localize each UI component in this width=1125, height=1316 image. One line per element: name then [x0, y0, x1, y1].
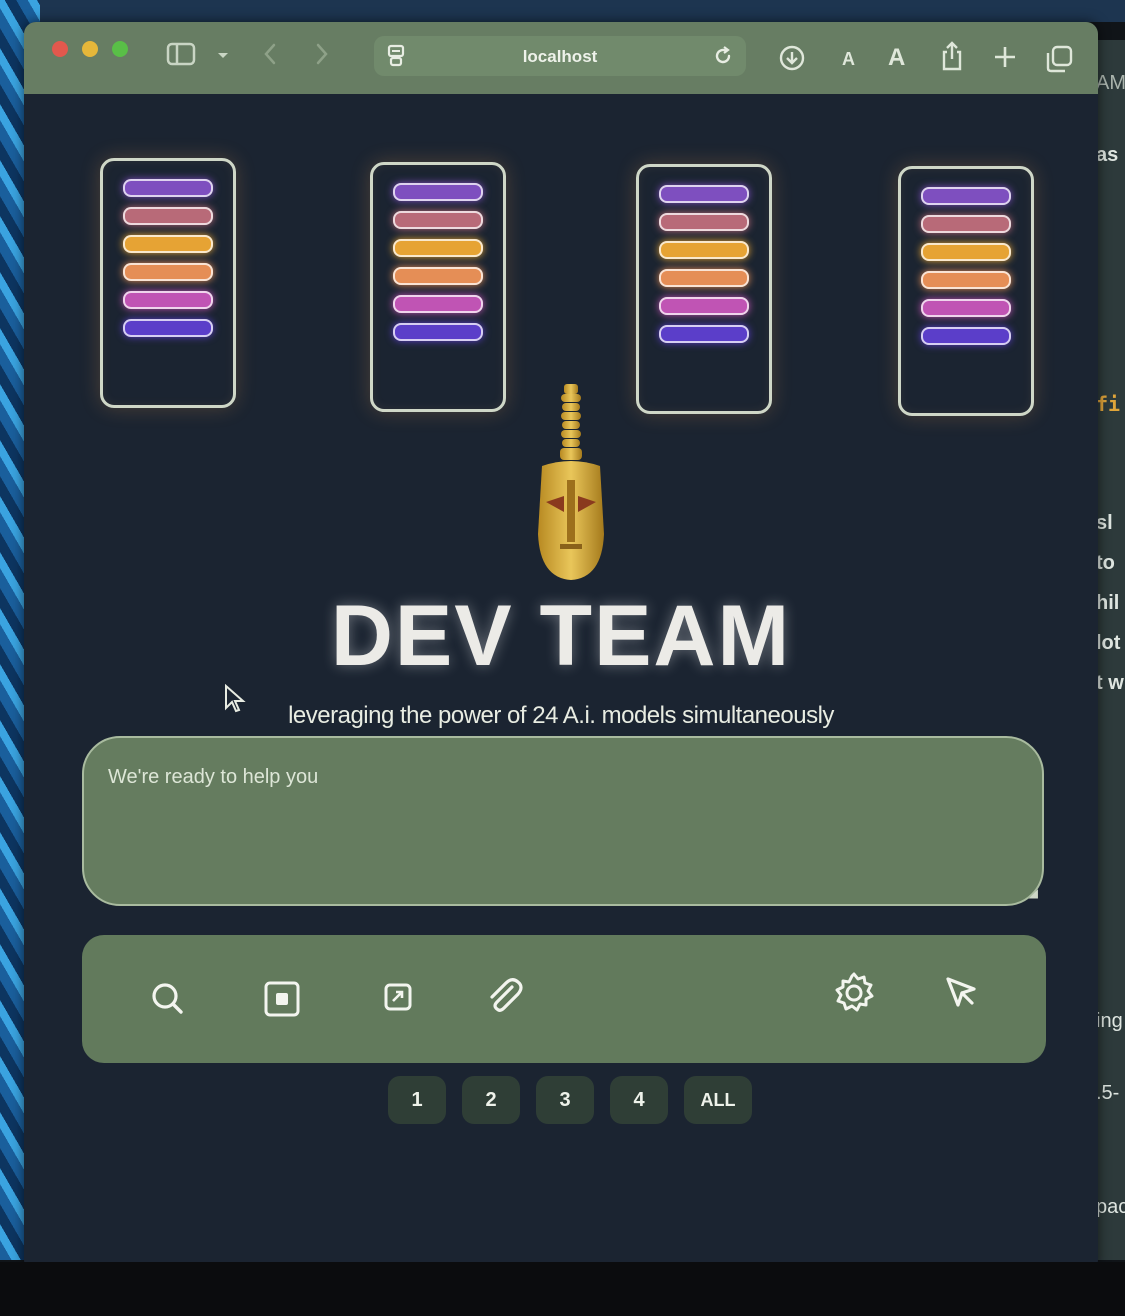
side-snippet: sl: [1096, 512, 1113, 534]
server-rack-4: [898, 166, 1034, 416]
side-snippet: as: [1096, 144, 1119, 166]
side-snippet: pac: [1096, 1196, 1125, 1218]
forward-arrow-icon[interactable]: [314, 42, 330, 70]
search-button[interactable]: [144, 975, 192, 1023]
server-rack-1: [100, 158, 236, 408]
text-smaller-icon[interactable]: A: [842, 50, 855, 68]
rack-light-bar: [393, 295, 483, 313]
screenshot-icon: [264, 981, 300, 1017]
screenshot-button[interactable]: [258, 975, 306, 1023]
monitor-bezel: [0, 1262, 1125, 1316]
address-text: localhost: [522, 47, 598, 66]
tabs-overview-icon[interactable]: [1044, 44, 1074, 78]
select-element-button[interactable]: [938, 969, 986, 1017]
rack-light-bar: [659, 185, 749, 203]
close-window-button[interactable]: [52, 41, 68, 57]
rack-light-bar: [123, 207, 213, 225]
side-snippet: .5-: [1096, 1082, 1120, 1104]
rack-light-bar: [659, 325, 749, 343]
prompt-placeholder: We're ready to help you: [108, 766, 319, 788]
rack-light-bar: [393, 211, 483, 229]
page-title: DEV TEAM: [330, 588, 792, 684]
share-icon[interactable]: [938, 40, 966, 76]
side-snippet: to: [1096, 552, 1115, 574]
cursor-select-icon: [946, 977, 976, 1007]
rack-light-bar: [659, 241, 749, 259]
rack-light-bar: [921, 243, 1011, 261]
settings-button[interactable]: [830, 969, 878, 1017]
chevron-down-icon[interactable]: [216, 44, 230, 66]
browser-window: localhost A A DEV TEAM leveraging the po…: [24, 22, 1098, 1272]
rack-light-bar: [921, 299, 1011, 317]
side-snippet: AM: [1096, 72, 1125, 94]
open-file-button[interactable]: [374, 973, 422, 1021]
side-snippet: ing: [1096, 1010, 1123, 1032]
browser-toolbar: localhost A A: [24, 22, 1098, 94]
rack-light-bar: [393, 183, 483, 201]
address-bar[interactable]: localhost: [374, 36, 746, 76]
server-rack-2: [370, 162, 506, 412]
page-button-4[interactable]: 4: [610, 1076, 668, 1124]
rack-light-bar: [393, 267, 483, 285]
page-button-2[interactable]: 2: [462, 1076, 520, 1124]
rack-light-bar: [921, 215, 1011, 233]
resize-handle-icon[interactable]: ◢: [1029, 886, 1038, 900]
statue-mascot-image: [538, 384, 604, 580]
rack-light-bar: [123, 179, 213, 197]
rack-light-bar: [393, 239, 483, 257]
desktop-menubar: [0, 0, 1125, 22]
rack-light-bar: [123, 291, 213, 309]
download-icon[interactable]: [778, 44, 806, 76]
rack-light-bar: [659, 297, 749, 315]
rack-light-bar: [659, 269, 749, 287]
search-icon: [152, 983, 183, 1014]
server-rack-3: [636, 164, 772, 414]
attach-button[interactable]: [480, 973, 528, 1021]
zoom-window-button[interactable]: [112, 41, 128, 57]
action-toolbar: [82, 935, 1046, 1063]
page-button-all[interactable]: ALL: [684, 1076, 752, 1124]
rack-light-bar: [123, 263, 213, 281]
side-snippet: t w: [1096, 672, 1124, 694]
rack-light-bar: [921, 187, 1011, 205]
gear-icon: [835, 972, 874, 1012]
back-arrow-icon[interactable]: [262, 42, 278, 70]
minimize-window-button[interactable]: [82, 41, 98, 57]
text-larger-icon[interactable]: A: [888, 46, 905, 70]
page-button-3[interactable]: 3: [536, 1076, 594, 1124]
paperclip-icon: [490, 978, 523, 1012]
side-snippet: fi: [1096, 392, 1121, 416]
sidebar-toggle-icon[interactable]: [166, 42, 196, 70]
reload-icon[interactable]: [712, 45, 734, 72]
rack-light-bar: [393, 323, 483, 341]
page-button-1[interactable]: 1: [388, 1076, 446, 1124]
rack-light-bar: [921, 327, 1011, 345]
side-snippet: lot: [1096, 632, 1121, 654]
rack-light-bar: [123, 319, 213, 337]
side-snippet: hil: [1096, 592, 1120, 614]
rack-light-bar: [921, 271, 1011, 289]
rack-light-bar: [659, 213, 749, 231]
rack-light-bar: [123, 235, 213, 253]
open-file-icon: [384, 983, 412, 1011]
prompt-input[interactable]: We're ready to help you ◢: [82, 736, 1044, 906]
new-tab-icon[interactable]: [992, 44, 1018, 74]
page-subtitle: leveraging the power of 24 A.i. models s…: [288, 702, 834, 729]
